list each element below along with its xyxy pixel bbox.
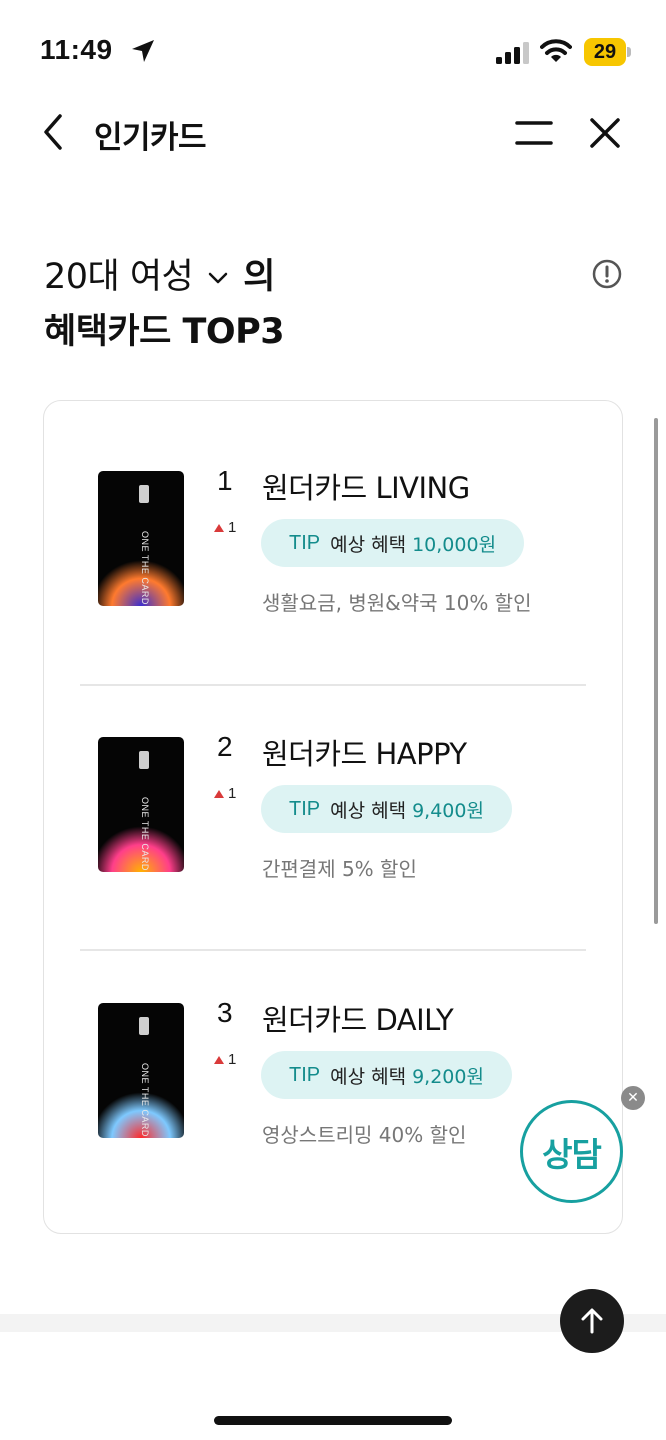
card-benefit: 영상스트리밍 40% 할인	[262, 1123, 467, 1147]
section-heading: 20대 여성 의 혜택카드 TOP3	[44, 250, 285, 360]
rank-change-value: 1	[228, 519, 237, 536]
tip-amount: 9,400원	[412, 799, 484, 822]
rank-up-icon	[214, 523, 224, 532]
card-name[interactable]: 원더카드 LIVING	[262, 465, 470, 507]
tip-label: TIP	[289, 797, 321, 820]
card-list: ONE THE CARD 1 1 원더카드 LIVING TIP 예상 혜택 1…	[43, 400, 623, 1234]
location-arrow-icon	[132, 40, 154, 62]
rank-change: 1	[214, 785, 236, 802]
rank-up-icon	[214, 1055, 224, 1064]
battery-cap	[627, 47, 631, 57]
rank-number: 2	[217, 731, 233, 762]
tip-amount: 9,200원	[412, 1065, 484, 1088]
scroll-top-button[interactable]	[560, 1289, 624, 1353]
tip-text: 예상 혜택	[330, 1065, 407, 1088]
page: 11:49 29 인기카드 20대 여성 의 혜택카드 TOP3 ONE THE…	[0, 0, 666, 1440]
rank-change-value: 1	[228, 1051, 237, 1068]
card-name[interactable]: 원더카드 DAILY	[262, 997, 454, 1039]
tip-label: TIP	[289, 531, 321, 554]
card-row-2[interactable]: ONE THE CARD 2 1 원더카드 HAPPY TIP 예상 혜택 9,…	[44, 667, 622, 933]
rank-number: 3	[217, 997, 233, 1028]
card-benefit: 생활요금, 병원&약국 10% 할인	[262, 591, 532, 615]
tip-badge: TIP 예상 혜택 9,200원	[261, 1051, 512, 1099]
tip-label: TIP	[289, 1063, 321, 1086]
consult-close-icon[interactable]: ✕	[621, 1086, 645, 1110]
heading-suffix: 의	[243, 257, 275, 297]
chevron-down-icon	[209, 272, 228, 283]
audience-dropdown[interactable]: 20대 여성	[44, 250, 243, 305]
card-brand: ONE THE CARD	[140, 531, 150, 605]
scrollbar[interactable]	[654, 418, 658, 924]
heading-line-2: 혜택카드 TOP3	[44, 312, 285, 352]
arrow-up-icon	[581, 1308, 603, 1334]
card-image: ONE THE CARD	[98, 737, 184, 872]
tip-badge: TIP 예상 혜택 10,000원	[261, 519, 525, 567]
card-brand: ONE THE CARD	[140, 797, 150, 871]
tip-text: 예상 혜택	[330, 533, 407, 556]
battery-icon: 29	[584, 38, 631, 66]
home-indicator	[214, 1416, 452, 1425]
tip-text: 예상 혜택	[330, 799, 407, 822]
rank-up-icon	[214, 789, 224, 798]
page-title: 인기카드	[94, 120, 207, 156]
wifi-icon	[540, 39, 572, 62]
consult-button[interactable]: 상담	[520, 1100, 623, 1203]
card-brand: ONE THE CARD	[140, 1063, 150, 1137]
rank-number: 1	[217, 465, 233, 496]
close-icon[interactable]	[588, 116, 622, 150]
battery-level: 29	[584, 38, 626, 66]
card-row-1[interactable]: ONE THE CARD 1 1 원더카드 LIVING TIP 예상 혜택 1…	[44, 401, 622, 667]
tip-amount: 10,000원	[412, 533, 497, 556]
card-image: ONE THE CARD	[98, 471, 184, 606]
status-time: 11:49	[40, 34, 113, 65]
card-chip	[139, 751, 149, 769]
heading-line-1: 20대 여성 의	[44, 250, 284, 305]
back-icon[interactable]	[38, 112, 68, 152]
audience-value: 20대 여성	[44, 257, 194, 297]
info-icon[interactable]	[591, 258, 623, 290]
tip-badge: TIP 예상 혜택 9,400원	[261, 785, 512, 833]
card-chip	[139, 1017, 149, 1035]
card-image: ONE THE CARD	[98, 1003, 184, 1138]
rank-change: 1	[214, 519, 236, 536]
rank-change: 1	[214, 1051, 236, 1068]
menu-icon[interactable]	[514, 116, 554, 150]
card-chip	[139, 485, 149, 503]
signal-icon	[496, 42, 529, 64]
rank-change-value: 1	[228, 785, 237, 802]
card-benefit: 간편결제 5% 할인	[262, 857, 417, 881]
card-name[interactable]: 원더카드 HAPPY	[262, 731, 467, 773]
